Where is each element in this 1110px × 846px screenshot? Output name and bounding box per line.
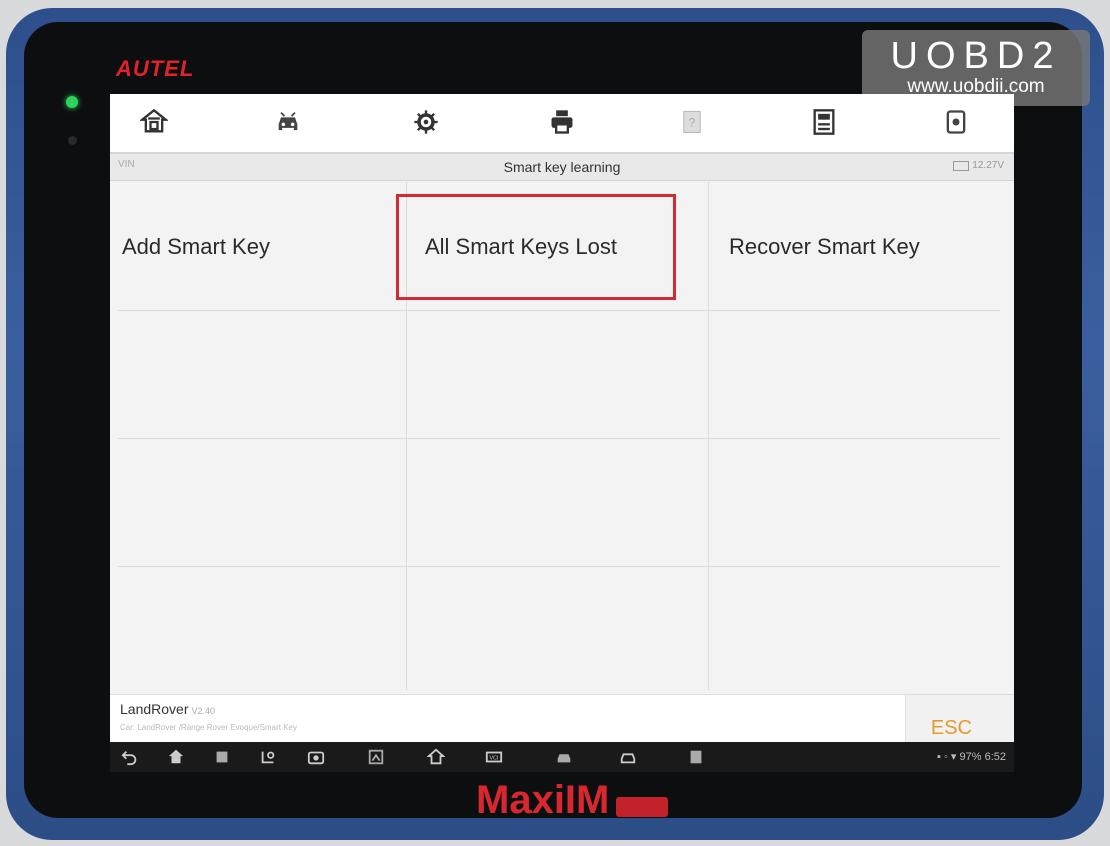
recent-apps-icon[interactable]	[212, 747, 232, 767]
camera-icon[interactable]	[306, 747, 326, 767]
help-icon[interactable]: ?	[672, 102, 712, 142]
software-version: V2.40	[191, 706, 216, 716]
footer: LandRover V2.40 Car: LandRover /Range Rov…	[110, 694, 1014, 743]
vehicle-make: LandRover V2.40	[120, 701, 215, 717]
make-label: LandRover	[120, 701, 189, 717]
settings-icon[interactable]	[406, 102, 446, 142]
voltage-value: 12.27V	[972, 160, 1004, 171]
autel-logo: AUTEL	[116, 56, 195, 81]
home-icon[interactable]	[134, 102, 174, 142]
camera-dot	[68, 136, 77, 145]
android-nav-bar: VCI ▪ ◦ ▾ 97% 6:52	[110, 742, 1014, 772]
toolbar: ?	[110, 94, 1014, 154]
data-icon[interactable]	[936, 102, 976, 142]
maxi-home-icon[interactable]	[426, 747, 446, 767]
add-smart-key-button[interactable]: Add Smart Key	[118, 182, 406, 310]
battery-clock: 97% 6:52	[959, 751, 1006, 763]
power-led	[66, 96, 78, 108]
save-icon[interactable]	[804, 102, 844, 142]
page-title: Smart key learning	[503, 159, 621, 175]
grid-divider	[118, 566, 1000, 567]
esc-label: ESC	[930, 717, 972, 739]
status-bar: ▪ ◦ ▾ 97% 6:52	[937, 750, 1006, 763]
selection-highlight	[396, 194, 676, 300]
battery-voltage: 12.27V	[953, 160, 1004, 171]
esc-button[interactable]: ESC	[905, 695, 1014, 743]
grid-divider	[118, 310, 1000, 311]
display-icon[interactable]	[258, 747, 278, 767]
remote-icon[interactable]	[686, 747, 706, 767]
vci-icon[interactable]: VCI	[484, 747, 504, 767]
menu-item-label: Add Smart Key	[122, 234, 270, 259]
back-icon[interactable]	[120, 747, 140, 767]
home-icon[interactable]	[166, 747, 186, 767]
maxiim-logo: MaxiIM	[476, 778, 610, 822]
screenshot-icon[interactable]	[366, 747, 386, 767]
grid-divider	[118, 438, 1000, 439]
maxiim-badge	[616, 797, 668, 817]
menu-item-label: Recover Smart Key	[729, 234, 920, 259]
message-icon: ▪ ◦ ▾	[937, 751, 957, 763]
vehicle-icon[interactable]	[268, 102, 308, 142]
vehicle-connect-icon[interactable]	[554, 747, 574, 767]
battery-icon	[953, 160, 970, 171]
watermark-title: UOBD2	[890, 35, 1062, 77]
print-icon[interactable]	[542, 102, 582, 142]
car-icon[interactable]	[618, 747, 638, 767]
recover-smart-key-button[interactable]: Recover Smart Key	[709, 182, 1000, 310]
svg-text:?: ?	[689, 117, 696, 130]
vehicle-path: Car: LandRover /Range Rover Evoque/Smart…	[120, 723, 297, 732]
subheader: VIN Smart key learning 12.27V	[110, 154, 1014, 181]
svg-text:VCI: VCI	[490, 756, 499, 762]
